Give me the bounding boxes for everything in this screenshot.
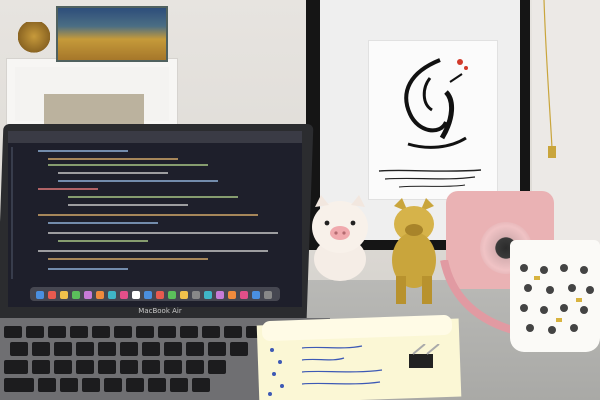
- calligraphy-artwork: [404, 58, 468, 149]
- dock-icons: [36, 291, 272, 299]
- binder-clip: [409, 344, 440, 368]
- browser-tab-bar: [8, 131, 302, 143]
- code-editor-lines: [11, 147, 278, 279]
- small-gold-figurine: [18, 22, 50, 58]
- painting-book: [56, 6, 168, 62]
- app-dock: [30, 287, 280, 301]
- handwritten-notes: [268, 345, 383, 396]
- laptop-screen: [8, 131, 302, 307]
- calligraphy-caption: [378, 169, 482, 188]
- gold-necklace: [543, 0, 556, 158]
- mug-cat-pattern: [520, 264, 594, 334]
- laptop-keyboard: [4, 326, 264, 392]
- piggy-figurine: [312, 195, 368, 281]
- laptop-brand-label: MacBook Air: [138, 307, 182, 315]
- desk-scene: MacBook Air: [0, 0, 600, 400]
- shelf-inner-picture: [44, 94, 144, 128]
- gold-bulldog-figurine: [392, 198, 436, 304]
